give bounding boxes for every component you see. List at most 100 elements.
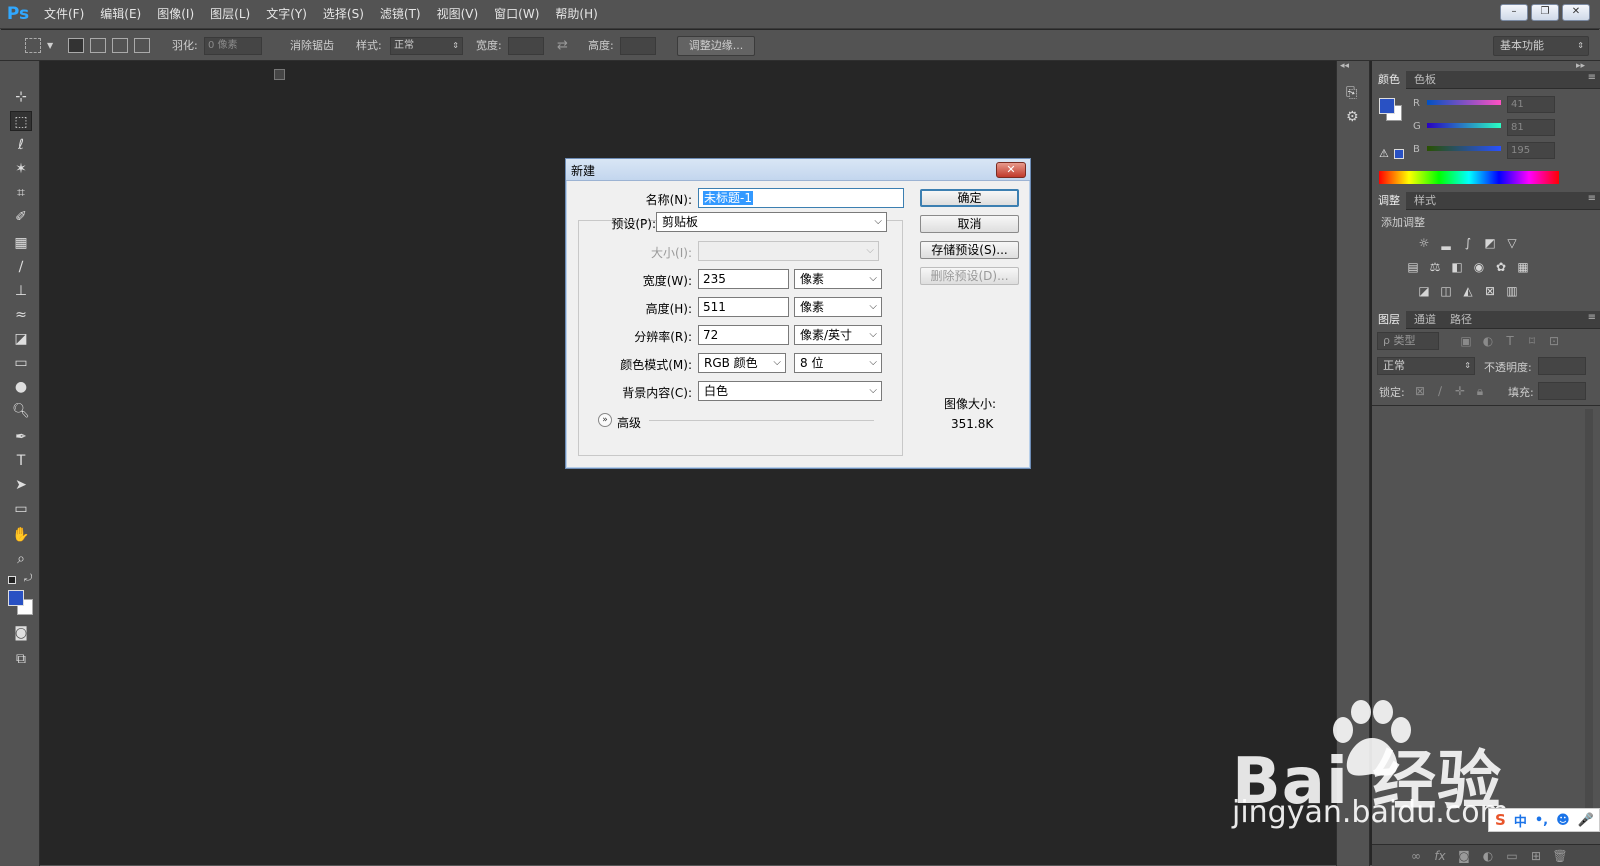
add-mask-icon[interactable]: ◙ [1456,850,1472,862]
menu-file[interactable]: 文件(F) [36,0,92,29]
bit-depth-select[interactable]: 8 位 ⌵ [794,353,882,373]
menu-layer[interactable]: 图层(L) [202,0,258,29]
save-preset-button[interactable]: 存储预设(S)... [920,241,1019,259]
opacity-input[interactable] [1538,357,1586,375]
menu-select[interactable]: 选择(S) [315,0,372,29]
advanced-label[interactable]: 高级 [617,414,641,431]
menu-view[interactable]: 视图(V) [429,0,487,29]
curves-icon[interactable]: ∫ [1460,237,1476,249]
subtract-selection-icon[interactable] [112,38,128,53]
link-layers-icon[interactable]: ∞ [1408,850,1424,862]
type-tool-icon[interactable]: T [10,451,32,471]
fill-input[interactable] [1538,382,1586,400]
ime-punctuation-icon[interactable]: •, [1535,813,1548,828]
screen-mode-icon[interactable]: ⧉ [10,649,32,669]
lock-all-icon[interactable]: 🔒︎ [1472,385,1488,397]
background-contents-select[interactable]: 白色 ⌵ [698,381,882,401]
new-adjustment-layer-icon[interactable]: ◐ [1480,850,1496,862]
gradient-map-icon[interactable]: ▥ [1504,285,1520,297]
blur-icon[interactable]: ● [10,377,32,397]
width-input[interactable] [508,37,544,55]
name-input[interactable]: 未标题-1 [698,188,904,208]
color-panel-fg-swatch[interactable] [1379,98,1395,114]
panel-menu-icon[interactable]: ≡ [1588,72,1596,83]
menu-edit[interactable]: 编辑(E) [92,0,149,29]
eyedropper-icon[interactable]: ✐ [10,207,32,227]
refine-edge-button[interactable]: 调整边缘... [677,36,755,56]
height-unit-select[interactable]: 像素 ⌵ [794,297,882,317]
tab-adjustments[interactable]: 调整 [1372,192,1406,210]
filter-shape-icon[interactable]: ⌑ [1524,335,1540,347]
web-safe-color-swatch[interactable] [1394,149,1404,159]
lock-transparency-icon[interactable]: ⊠ [1412,385,1428,397]
black-white-icon[interactable]: ◧ [1449,261,1465,273]
lock-pixels-icon[interactable]: ∕ [1432,385,1448,397]
history-brush-icon[interactable]: ≈ [10,305,32,325]
history-panel-icon[interactable]: ⎘ [1346,85,1357,101]
color-mode-select[interactable]: RGB 颜色 ⌵ [698,353,786,373]
panel-menu-icon[interactable]: ≡ [1588,312,1596,323]
path-selection-icon[interactable]: ➤ [10,475,32,495]
filter-pixel-icon[interactable]: ▣ [1458,335,1474,347]
selective-color-icon[interactable]: ⊠ [1482,285,1498,297]
rectangular-marquee-icon[interactable]: ⬚ [10,111,32,131]
blend-mode-select[interactable]: 正常 ⇕ [1377,357,1475,375]
dialog-titlebar[interactable]: 新建 ✕ [566,159,1030,181]
height-input[interactable]: 511 [698,297,789,317]
panel-menu-icon[interactable]: ≡ [1588,193,1596,204]
tab-styles[interactable]: 样式 [1408,192,1442,210]
lock-position-icon[interactable]: ✛ [1452,385,1468,397]
close-window-button[interactable]: ✕ [1562,4,1590,21]
menu-window[interactable]: 窗口(W) [486,0,547,29]
filter-type-icon[interactable]: T [1502,335,1518,347]
marquee-tool-preset-icon[interactable] [25,38,41,53]
photo-filter-icon[interactable]: ◉ [1471,261,1487,273]
healing-brush-icon[interactable]: ▦ [10,233,32,253]
pen-icon[interactable]: ✒ [10,427,32,447]
gamut-warning-icon[interactable]: ⚠ [1379,147,1389,160]
color-spectrum-ramp[interactable] [1379,171,1559,184]
posterize-icon[interactable]: ◫ [1438,285,1454,297]
width-input[interactable]: 235 [698,269,789,289]
minimize-button[interactable]: – [1500,4,1528,21]
magic-wand-icon[interactable]: ✶ [10,159,32,179]
fx-icon[interactable]: fx [1432,850,1448,862]
levels-icon[interactable]: ▂ [1438,237,1454,249]
quick-mask-icon[interactable]: ◙ [10,623,32,643]
style-select[interactable]: 正常 ⇕ [390,37,463,55]
size-select[interactable]: ⌵ [698,241,879,261]
filter-smart-object-icon[interactable]: ⊡ [1546,335,1562,347]
ime-mode-indicator[interactable]: 中 [1514,811,1527,830]
height-input[interactable] [620,37,656,55]
lasso-icon[interactable]: ℓ [10,135,32,155]
sogou-logo-icon[interactable]: S [1495,811,1506,829]
collapse-arrows-icon[interactable]: ◂◂ [1340,61,1349,71]
delete-preset-button[interactable]: 删除预设(D)... [920,267,1019,285]
width-unit-select[interactable]: 像素 ⌵ [794,269,882,289]
color-lookup-icon[interactable]: ▦ [1515,261,1531,273]
hue-saturation-icon[interactable]: ▤ [1405,261,1421,273]
foreground-color-swatch[interactable] [8,590,24,606]
default-colors-icon[interactable] [8,576,16,584]
invert-icon[interactable]: ◪ [1416,285,1432,297]
dodge-icon[interactable]: 🔍︎ [10,401,32,421]
new-group-icon[interactable]: ▭ [1504,850,1520,862]
expand-arrows-icon[interactable]: ▸▸ [1576,61,1585,71]
new-layer-icon[interactable]: ⊞ [1528,850,1544,862]
zoom-icon[interactable]: ⌕ [10,549,32,569]
swap-colors-icon[interactable]: ⤾ [24,573,32,584]
tab-paths[interactable]: 路径 [1444,311,1478,329]
new-selection-icon[interactable] [68,38,84,53]
hand-icon[interactable]: ✋ [10,525,32,545]
vibrance-icon[interactable]: ▽ [1504,237,1520,249]
channel-b-input[interactable]: 195 [1507,142,1555,159]
exposure-icon[interactable]: ◩ [1482,237,1498,249]
tab-color[interactable]: 颜色 [1372,71,1406,89]
dialog-close-button[interactable]: ✕ [996,162,1026,178]
menu-type[interactable]: 文字(Y) [258,0,315,29]
advanced-expand-icon[interactable]: » [598,413,612,427]
layer-filter-select[interactable]: ρ 类型 [1377,332,1439,350]
filter-adjustment-icon[interactable]: ◐ [1480,335,1496,347]
channel-mixer-icon[interactable]: ✿ [1493,261,1509,273]
menu-image[interactable]: 图像(I) [149,0,202,29]
